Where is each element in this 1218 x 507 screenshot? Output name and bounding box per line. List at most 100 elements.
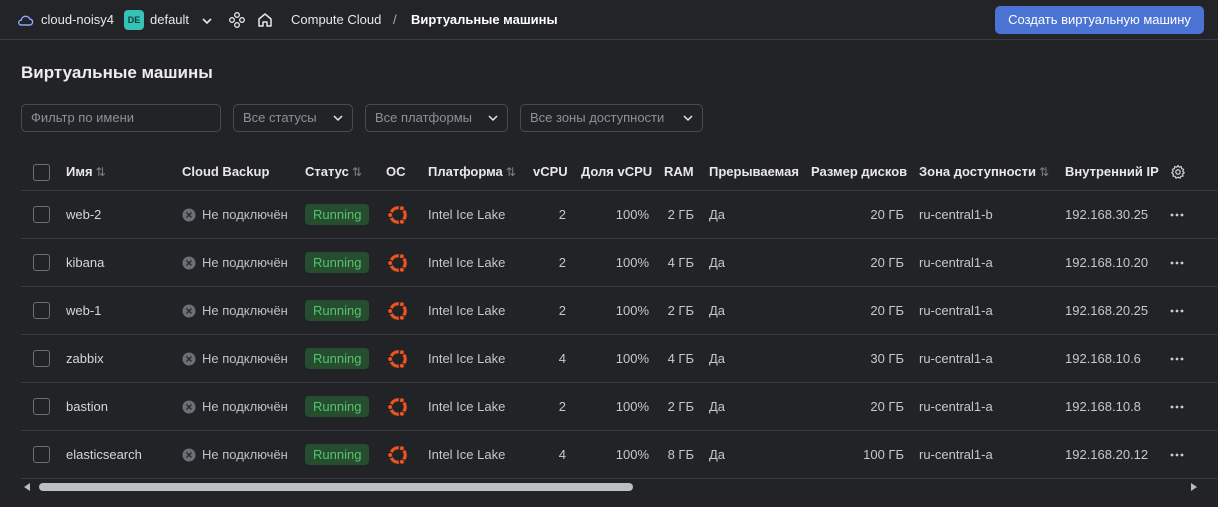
platform-cell: Intel Ice Lake xyxy=(428,447,506,462)
zone-cell: ru-central1-a xyxy=(919,447,993,462)
chevron-down-icon xyxy=(488,115,498,122)
name-filter-input[interactable]: Фильтр по имени xyxy=(21,104,221,132)
chevron-down-icon xyxy=(683,115,693,122)
more-actions-icon[interactable] xyxy=(1169,357,1185,361)
column-header-vcpu: vCPU xyxy=(533,164,568,179)
disk-size-cell: 20 ГБ xyxy=(870,255,904,270)
ram-cell: 4 ГБ xyxy=(667,351,694,366)
cloud-selector[interactable]: cloud-noisy4 xyxy=(41,12,114,27)
ubuntu-icon xyxy=(386,300,407,321)
status-filter-select[interactable]: Все статусы xyxy=(233,104,353,132)
column-header-name[interactable]: Имя ⇅ xyxy=(66,164,106,179)
row-checkbox[interactable] xyxy=(33,206,50,223)
chevron-down-icon[interactable] xyxy=(200,14,214,28)
platform-filter-select[interactable]: Все платформы xyxy=(365,104,508,132)
breadcrumb-compute-cloud[interactable]: Compute Cloud xyxy=(291,12,381,27)
platform-cell: Intel Ice Lake xyxy=(428,207,506,222)
table-row[interactable]: web-1 Не подключён Running Intel Ice Lak… xyxy=(21,287,1218,335)
disk-size-cell: 20 ГБ xyxy=(870,399,904,414)
backup-status-text: Не подключён xyxy=(202,255,288,270)
disk-size-cell: 20 ГБ xyxy=(870,303,904,318)
preemptible-cell: Да xyxy=(709,207,726,222)
more-actions-icon[interactable] xyxy=(1169,213,1185,217)
vm-name-link[interactable]: elasticsearch xyxy=(66,447,142,462)
horizontal-scrollbar[interactable] xyxy=(21,478,1201,496)
platform-cell: Intel Ice Lake xyxy=(428,351,506,366)
row-checkbox[interactable] xyxy=(33,254,50,271)
preemptible-cell: Да xyxy=(709,399,726,414)
vcpu-cell: 4 xyxy=(558,447,566,462)
vcpu-share-cell: 100% xyxy=(615,303,649,318)
preemptible-cell: Да xyxy=(709,351,726,366)
disk-size-cell: 100 ГБ xyxy=(863,447,904,462)
vcpu-share-cell: 100% xyxy=(615,255,649,270)
row-checkbox[interactable] xyxy=(33,398,50,415)
vm-name-link[interactable]: web-1 xyxy=(66,303,101,318)
table-row[interactable]: kibana Не подключён Running Intel Ice La… xyxy=(21,239,1218,287)
more-actions-icon[interactable] xyxy=(1169,309,1185,313)
ram-cell: 2 ГБ xyxy=(667,399,694,414)
scroll-right-arrow-icon[interactable] xyxy=(1191,483,1197,491)
breadcrumb-separator: / xyxy=(393,12,397,27)
vm-name-link[interactable]: kibana xyxy=(66,255,104,270)
preemptible-cell: Да xyxy=(709,447,726,462)
vcpu-cell: 2 xyxy=(558,399,566,414)
preemptible-cell: Да xyxy=(709,255,726,270)
disk-size-cell: 20 ГБ xyxy=(870,207,904,222)
vcpu-cell: 4 xyxy=(558,351,566,366)
more-actions-icon[interactable] xyxy=(1169,261,1185,265)
more-actions-icon[interactable] xyxy=(1169,405,1185,409)
column-header-status[interactable]: Статус ⇅ xyxy=(305,164,362,179)
vcpu-share-cell: 100% xyxy=(615,207,649,222)
row-checkbox[interactable] xyxy=(33,302,50,319)
zone-filter-select[interactable]: Все зоны доступности xyxy=(520,104,703,132)
vcpu-share-cell: 100% xyxy=(615,399,649,414)
ubuntu-icon xyxy=(386,348,407,369)
folder-selector[interactable]: default xyxy=(150,12,189,27)
backup-status-text: Не подключён xyxy=(202,399,288,414)
gear-icon[interactable] xyxy=(1170,164,1186,180)
table-row[interactable]: bastion Не подключён Running Intel Ice L… xyxy=(21,383,1218,431)
platform-cell: Intel Ice Lake xyxy=(428,399,506,414)
row-checkbox[interactable] xyxy=(33,350,50,367)
internal-ip-cell: 192.168.30.25 xyxy=(1065,207,1149,222)
backup-status: Не подключён xyxy=(182,255,288,270)
internal-ip-cell: 192.168.20.12 xyxy=(1065,447,1149,462)
status-badge: Running xyxy=(305,444,370,465)
backup-status: Не подключён xyxy=(182,351,288,366)
ubuntu-icon xyxy=(386,396,407,417)
scrollbar-thumb[interactable] xyxy=(39,483,633,491)
column-header-ram: RAM xyxy=(664,164,694,179)
vm-name-link[interactable]: zabbix xyxy=(66,351,104,366)
vcpu-cell: 2 xyxy=(558,255,566,270)
status-badge: Running xyxy=(305,348,370,369)
platform-filter-value: Все платформы xyxy=(375,110,472,125)
cloud-icon xyxy=(18,15,34,26)
close-circle-icon xyxy=(182,400,196,413)
status-badge: Running xyxy=(305,396,370,417)
internal-ip-cell: 192.168.10.20 xyxy=(1065,255,1149,270)
home-icon[interactable] xyxy=(256,11,274,29)
close-circle-icon xyxy=(182,304,196,317)
table-row[interactable]: elasticsearch Не подключён Running Intel… xyxy=(21,431,1218,479)
row-checkbox[interactable] xyxy=(33,446,50,463)
close-circle-icon xyxy=(182,208,196,221)
create-vm-button[interactable]: Создать виртуальную машину xyxy=(995,6,1204,34)
column-header-platform[interactable]: Платформа ⇅ xyxy=(428,164,516,179)
vm-name-link[interactable]: bastion xyxy=(66,399,108,414)
scroll-left-arrow-icon[interactable] xyxy=(24,483,30,491)
table-body: web-2 Не подключён Running Intel Ice Lak… xyxy=(21,191,1218,479)
ubuntu-icon xyxy=(386,444,407,465)
select-all-checkbox[interactable] xyxy=(33,164,50,181)
column-header-zone[interactable]: Зона доступности ⇅ xyxy=(919,164,1049,179)
nodes-icon[interactable] xyxy=(228,11,246,29)
internal-ip-cell: 192.168.20.25 xyxy=(1065,303,1149,318)
breadcrumb-current: Виртуальные машины xyxy=(411,12,558,27)
sort-icon: ⇅ xyxy=(95,165,106,179)
table-row[interactable]: web-2 Не подключён Running Intel Ice Lak… xyxy=(21,191,1218,239)
vcpu-cell: 2 xyxy=(558,207,566,222)
table-row[interactable]: zabbix Не подключён Running Intel Ice La… xyxy=(21,335,1218,383)
more-actions-icon[interactable] xyxy=(1169,453,1185,457)
zone-cell: ru-central1-a xyxy=(919,303,993,318)
vm-name-link[interactable]: web-2 xyxy=(66,207,101,222)
